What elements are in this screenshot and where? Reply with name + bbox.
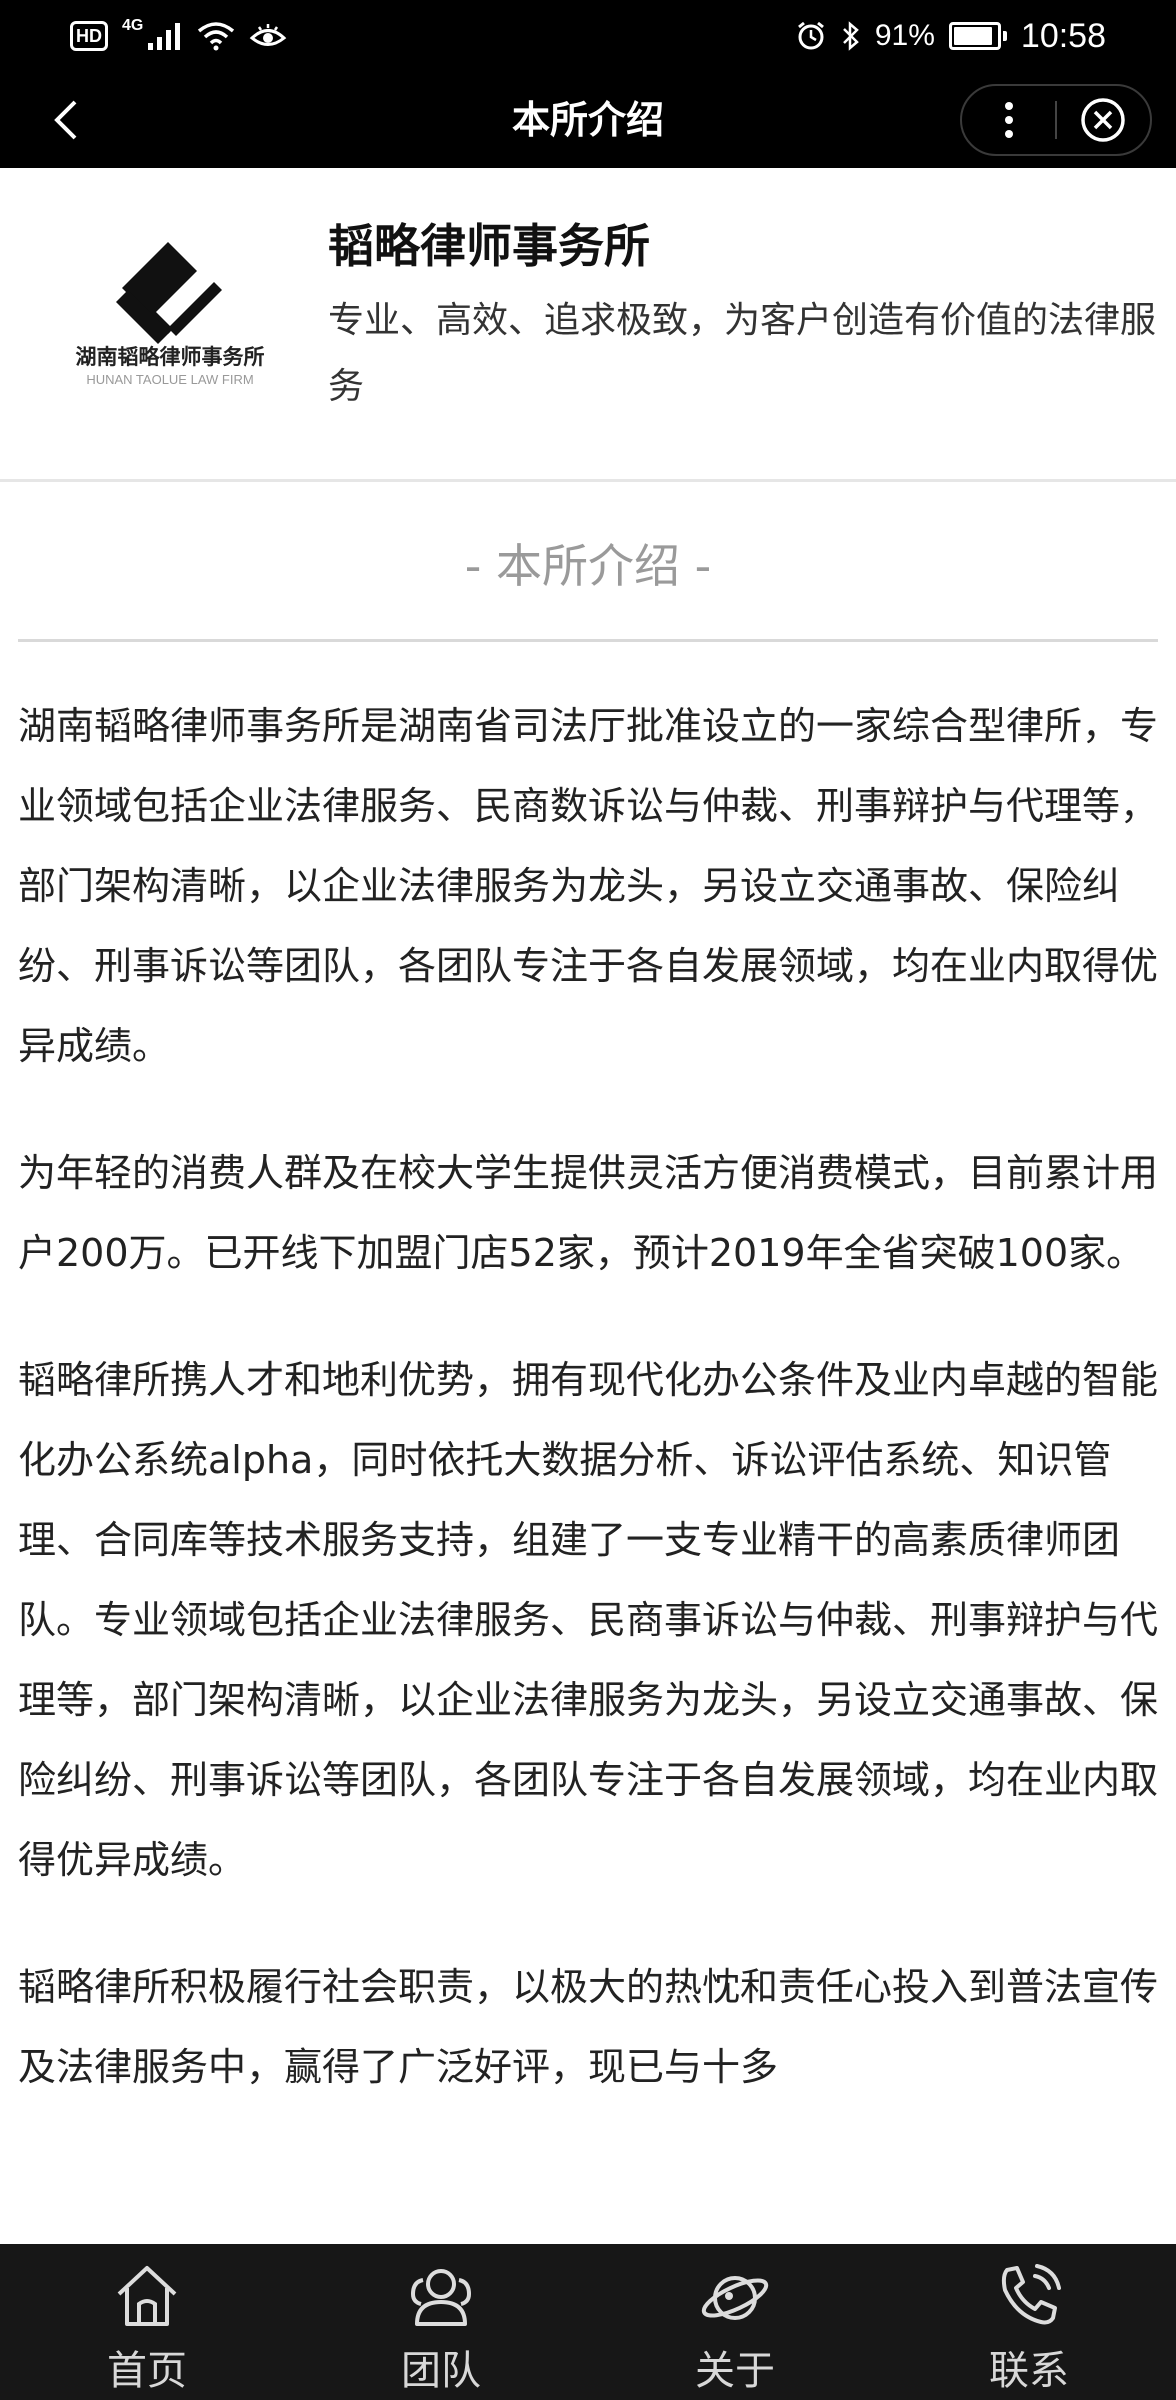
tab-home[interactable]: 首页 <box>0 2244 294 2400</box>
article-paragraph: 湖南韬略律师事务所是湖南省司法厅批准设立的一家综合型律所，专业领域包括企业法律服… <box>18 704 1159 1068</box>
battery-percent: 91% <box>874 19 935 52</box>
tab-label: 团队 <box>401 2348 481 2394</box>
status-right: 91% 10:58 <box>795 17 1106 56</box>
phone-icon <box>1001 2264 1061 2325</box>
status-left: HD 4G <box>70 17 287 51</box>
article-paragraph: 韬略律所积极履行社会职责，以极大的热忱和责任心投入到普法宣传及法律服务中，赢得了… <box>18 1965 1159 2089</box>
logo-subtext: HUNAN TAOLUE LAW FIRM <box>86 372 253 387</box>
logo-text: 湖南韬略律师事务所 <box>76 345 265 369</box>
bluetooth-icon <box>842 21 859 51</box>
hd-badge: HD <box>70 21 108 51</box>
eye-icon <box>250 24 287 46</box>
more-vertical-icon <box>1004 102 1013 138</box>
nav-bar: 本所介绍 <box>0 72 1176 168</box>
tab-label: 联系 <box>989 2348 1069 2394</box>
alarm-icon <box>797 21 824 50</box>
article-paragraph: 韬略律所携人才和地利优势，拥有现代化办公条件及业内卓越的智能化办公系统alpha… <box>18 1358 1159 1882</box>
battery-icon <box>948 22 1001 50</box>
team-icon <box>410 2269 472 2326</box>
home-icon <box>117 2266 177 2326</box>
tab-team[interactable]: 团队 <box>294 2244 588 2400</box>
status-bar: HD 4G 91% 10:58 <box>0 0 1176 72</box>
firm-name: 韬略律师事务所 <box>328 219 650 273</box>
firm-logo: 湖南韬略律师事务所 HUNAN TAOLUE LAW FIRM <box>50 208 290 408</box>
status-time: 10:58 <box>1020 16 1106 55</box>
mini-program-capsule <box>960 84 1152 156</box>
battery-tip <box>1002 31 1007 41</box>
tab-label: 关于 <box>695 2348 775 2394</box>
close-circle-icon <box>1081 98 1126 142</box>
firm-logo-icon: 湖南韬略律师事务所 HUNAN TAOLUE LAW FIRM <box>76 242 265 387</box>
tab-about[interactable]: 关于 <box>588 2244 882 2400</box>
wifi-icon <box>198 22 235 51</box>
firm-header: 湖南韬略律师事务所 HUNAN TAOLUE LAW FIRM 韬略律师事务所 … <box>0 168 1176 482</box>
section-title: - 本所介绍 - <box>18 490 1158 642</box>
planet-icon <box>701 2276 769 2320</box>
signal-icon <box>148 23 181 50</box>
battery-level <box>953 27 992 45</box>
article-paragraph: 为年轻的消费人群及在校大学生提供灵活方便消费模式，目前累计用户200万。已开线下… <box>18 1151 1159 1275</box>
close-button[interactable] <box>1057 86 1150 154</box>
network-type: 4G <box>122 17 144 34</box>
firm-slogan: 专业、高效、追求极致，为客户创造有价值的法律服务 <box>328 300 1157 407</box>
tab-contact[interactable]: 联系 <box>882 2244 1176 2400</box>
article-body: 湖南韬略律师事务所是湖南省司法厅批准设立的一家综合型律所，专业领域包括企业法律服… <box>18 686 1158 2154</box>
more-button[interactable] <box>962 86 1055 154</box>
tab-label: 首页 <box>107 2348 187 2394</box>
bottom-tab-bar: 首页 团队 关于 联系 <box>0 2244 1176 2400</box>
